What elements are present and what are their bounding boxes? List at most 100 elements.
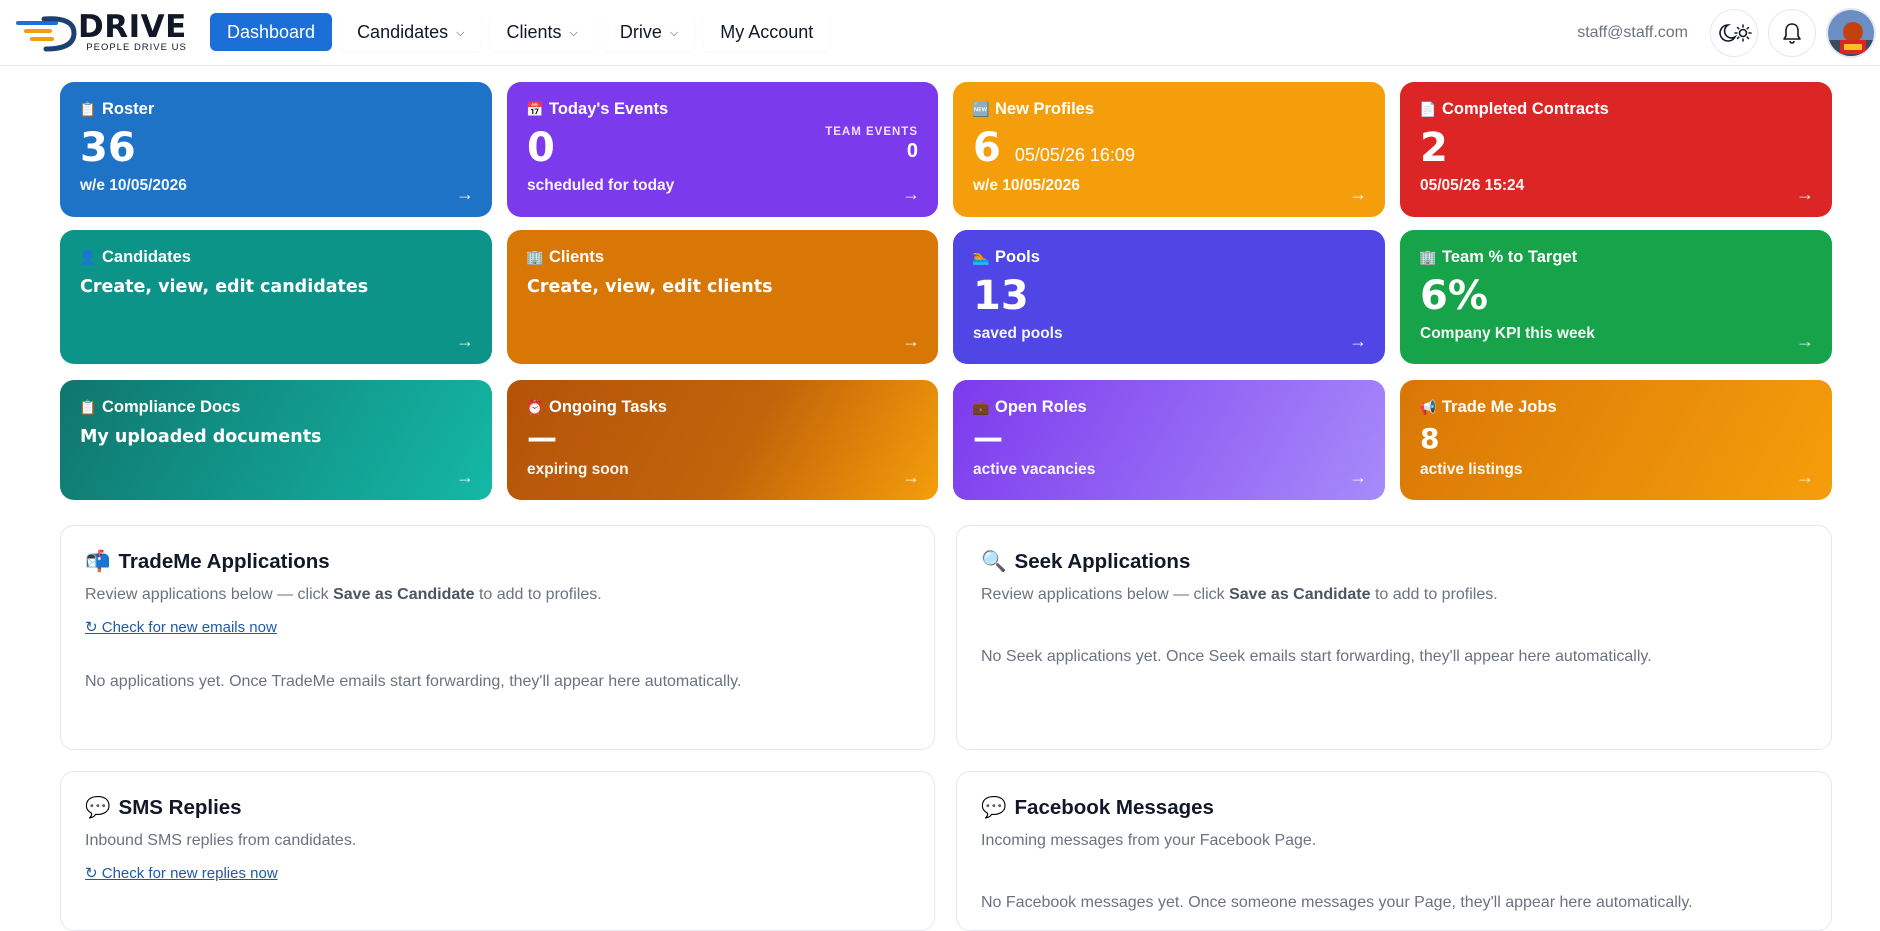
completed-contracts-time: 05/05/26 15:24 bbox=[1420, 177, 1525, 194]
candidates-tile[interactable]: 👤 Candidates Create, view, edit candidate… bbox=[60, 230, 492, 364]
trademe-jobs-tile[interactable]: 📢 Trade Me Jobs 8 active listings → bbox=[1400, 380, 1832, 500]
swimmer-icon: 🏊 bbox=[972, 249, 990, 265]
new-profiles-time: 05/05/26 16:09 bbox=[1014, 145, 1135, 165]
pools-value: 13 bbox=[973, 273, 1029, 319]
clipboard-icon: 📋 bbox=[79, 101, 97, 117]
events-sub: scheduled for today bbox=[527, 177, 675, 194]
clipboard-icon: 📋 bbox=[79, 399, 97, 415]
mailbox-icon: 📬 bbox=[85, 550, 111, 573]
roster-week: w/e 10/05/2026 bbox=[80, 177, 187, 194]
trademe-jobs-sub: active listings bbox=[1420, 461, 1523, 478]
arrow-right-icon: → bbox=[1796, 184, 1814, 204]
nav-candidates-label: Candidates bbox=[357, 21, 449, 42]
roster-value: 36 bbox=[80, 125, 136, 171]
ongoing-sub: expiring soon bbox=[527, 461, 629, 478]
person-icon: 👤 bbox=[79, 249, 97, 265]
check-new-emails-link[interactable]: ↻ Check for new emails now bbox=[85, 618, 277, 636]
user-area: staff@staff.com bbox=[1577, 8, 1880, 58]
arrow-right-icon: → bbox=[902, 184, 920, 204]
pools-tile[interactable]: 🏊 Pools 13 saved pools → bbox=[953, 230, 1385, 364]
arrow-right-icon: → bbox=[1349, 184, 1367, 204]
arrow-right-icon: → bbox=[1796, 331, 1814, 351]
nav-drive[interactable]: Drive ⌵ bbox=[603, 13, 695, 51]
nav-clients[interactable]: Clients ⌵ bbox=[489, 13, 594, 51]
alarm-clock-icon: ⏰ bbox=[526, 399, 544, 415]
facebook-empty-message: No Facebook messages yet. Once someone m… bbox=[981, 894, 1693, 911]
open-roles-title: Open Roles bbox=[995, 398, 1087, 416]
main-nav: Dashboard Candidates ⌵ Clients ⌵ Drive ⌵… bbox=[210, 13, 830, 51]
chevron-down-icon: ⌵ bbox=[456, 26, 465, 39]
office-building-icon: 🏢 bbox=[526, 249, 544, 265]
megaphone-icon: 📢 bbox=[1419, 399, 1437, 415]
completed-contracts-tile[interactable]: 📄 Completed Contracts 2 05/05/26 15:24 → bbox=[1400, 82, 1832, 217]
nav-clients-label: Clients bbox=[506, 21, 562, 42]
new-profiles-title: New Profiles bbox=[995, 100, 1095, 118]
briefcase-icon: 💼 bbox=[972, 399, 990, 415]
ongoing-value: — bbox=[527, 421, 557, 456]
trademe-applications-title: TradeMe Applications bbox=[118, 550, 330, 573]
pools-sub: saved pools bbox=[973, 325, 1063, 342]
chevron-down-icon: ⌵ bbox=[569, 26, 578, 39]
calendar-icon: 📅 bbox=[526, 101, 544, 117]
seek-applications-panel: 🔍 Seek Applications Review applications b… bbox=[956, 525, 1832, 750]
trademe-jobs-value: 8 bbox=[1420, 422, 1440, 455]
nav-candidates[interactable]: Candidates ⌵ bbox=[340, 13, 481, 51]
sms-replies-panel: 💬 SMS Replies Inbound SMS replies from ca… bbox=[60, 771, 935, 931]
completed-contracts-title: Completed Contracts bbox=[1442, 100, 1609, 118]
chevron-down-icon: ⌵ bbox=[669, 26, 679, 39]
new-badge-icon: 🆕 bbox=[972, 101, 990, 117]
facebook-messages-panel: 💬 Facebook Messages Incoming messages fro… bbox=[956, 771, 1832, 931]
events-title: Today's Events bbox=[549, 100, 669, 118]
nav-my-account[interactable]: My Account bbox=[703, 13, 830, 51]
team-events-value: 0 bbox=[906, 140, 918, 162]
team-target-tile[interactable]: 🏢 Team % to Target 6% Company KPI this we… bbox=[1400, 230, 1832, 364]
team-events-label: TEAM EVENTS bbox=[825, 126, 918, 138]
user-email: staff@staff.com bbox=[1577, 24, 1688, 41]
ongoing-tasks-tile[interactable]: ⏰ Ongoing Tasks — expiring soon → bbox=[507, 380, 938, 500]
facebook-messages-title: Facebook Messages bbox=[1014, 796, 1214, 819]
open-roles-tile[interactable]: 💼 Open Roles — active vacancies → bbox=[953, 380, 1385, 500]
team-target-sub: Company KPI this week bbox=[1420, 325, 1595, 342]
arrow-right-icon: → bbox=[456, 184, 474, 204]
theme-toggle-button[interactable] bbox=[1710, 9, 1758, 57]
open-roles-sub: active vacancies bbox=[973, 461, 1096, 478]
nav-drive-label: Drive bbox=[619, 21, 662, 42]
brand-name: DRIVE bbox=[78, 9, 187, 45]
arrow-right-icon: → bbox=[902, 331, 920, 351]
completed-contracts-value: 2 bbox=[1420, 125, 1448, 171]
new-profiles-value: 6 bbox=[973, 125, 1001, 171]
team-events: TEAM EVENTS 0 bbox=[825, 126, 918, 163]
nav-my-account-label: My Account bbox=[720, 21, 814, 42]
roster-tile[interactable]: 📋 Roster 36 w/e 10/05/2026 → bbox=[60, 82, 492, 217]
roster-title: Roster bbox=[102, 100, 155, 118]
clients-tile[interactable]: 🏢 Clients Create, view, edit clients → bbox=[507, 230, 938, 364]
moon-sun-icon bbox=[1719, 24, 1752, 42]
sms-replies-desc: Inbound SMS replies from candidates. bbox=[85, 832, 357, 849]
facebook-messages-desc: Incoming messages from your Facebook Pag… bbox=[981, 832, 1317, 849]
clients-text: Create, view, edit clients bbox=[527, 277, 773, 297]
avatar[interactable] bbox=[1826, 8, 1876, 58]
new-profiles-tile[interactable]: 🆕 New Profiles 6 05/05/26 16:09 w/e 10/05… bbox=[953, 82, 1385, 217]
ongoing-title: Ongoing Tasks bbox=[549, 398, 667, 416]
speech-bubble-icon: 💬 bbox=[85, 796, 111, 819]
compliance-docs-tile[interactable]: 📋 Compliance Docs My uploaded documents → bbox=[60, 380, 492, 500]
trademe-applications-panel: 📬 TradeMe Applications Review application… bbox=[60, 525, 935, 750]
speech-bubble-icon: 💬 bbox=[981, 796, 1007, 819]
candidates-title: Candidates bbox=[102, 248, 191, 266]
arrow-right-icon: → bbox=[456, 331, 474, 351]
trademe-jobs-title: Trade Me Jobs bbox=[1442, 398, 1557, 416]
notifications-button[interactable] bbox=[1768, 9, 1816, 57]
check-new-replies-link[interactable]: ↻ Check for new replies now bbox=[85, 864, 278, 882]
drive-logo[interactable]: DRIVE PEOPLE DRIVE US bbox=[16, 9, 192, 53]
arrow-right-icon: → bbox=[1349, 467, 1367, 487]
new-profiles-week: w/e 10/05/2026 bbox=[973, 177, 1080, 194]
arrow-right-icon: → bbox=[456, 467, 474, 487]
seek-empty-message: No Seek applications yet. Once Seek emai… bbox=[981, 648, 1652, 665]
compliance-text: My uploaded documents bbox=[80, 427, 322, 447]
pools-title: Pools bbox=[995, 248, 1040, 266]
nav-dashboard[interactable]: Dashboard bbox=[210, 13, 333, 51]
top-navigation-bar: DRIVE PEOPLE DRIVE US Dashboard Candidat… bbox=[0, 0, 1880, 66]
todays-events-tile[interactable]: 📅 Today's Events 0 scheduled for today TE… bbox=[507, 82, 938, 217]
seek-applications-desc: Review applications below — click Save a… bbox=[981, 586, 1498, 603]
trademe-empty-message: No applications yet. Once TradeMe emails… bbox=[85, 673, 742, 690]
